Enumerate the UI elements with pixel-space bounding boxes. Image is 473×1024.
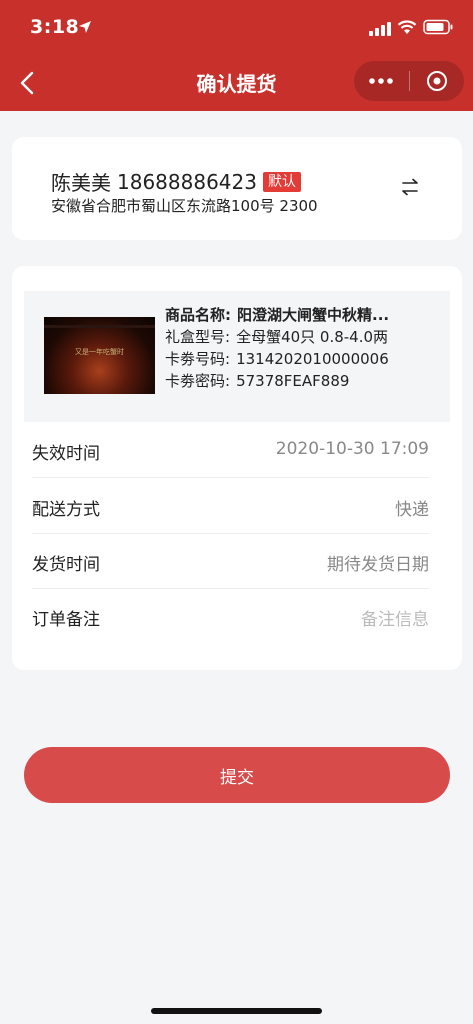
card-password-row: 卡劵密码: 57378FEAF889 [165, 370, 435, 392]
card-number-label: 卡劵号码: [165, 350, 231, 368]
product-image-text: 又是一年吃蟹时 [75, 348, 124, 356]
card-number-value: 1314202010000006 [236, 350, 389, 368]
address-contact: 陈美美 18688886423 默认 [51, 167, 301, 196]
recipient-name: 陈美美 [51, 171, 111, 195]
product-block: 又是一年吃蟹时 商品名称: 阳澄湖大闸蟹中秋精... 礼盒型号: 全母蟹40只 0.… [24, 291, 450, 422]
submit-button[interactable]: 提交 [24, 747, 450, 803]
ship-time-label: 发货时间 [32, 555, 100, 575]
battery-icon [423, 19, 453, 35]
close-miniprogram-button[interactable] [409, 61, 464, 101]
order-note-row: 订单备注 备注信息 [32, 588, 429, 643]
location-arrow-icon [79, 21, 91, 33]
delivery-method-label: 配送方式 [32, 500, 100, 520]
box-type-value: 全母蟹40只 0.8-4.0两 [236, 328, 389, 346]
wifi-icon [397, 20, 417, 34]
mini-program-capsule [354, 61, 464, 101]
cellular-signal-icon [369, 22, 391, 36]
ship-time-picker[interactable]: 期待发货日期 [327, 550, 429, 575]
delivery-method-row[interactable]: 配送方式 快递 [32, 478, 429, 534]
expire-time-value: 2020-10-30 17:09 [275, 439, 429, 459]
expire-time-label: 失效时间 [32, 444, 100, 464]
home-indicator [151, 1008, 322, 1014]
recipient-phone: 18688886423 [117, 169, 257, 194]
address-card[interactable]: 陈美美 18688886423 默认 安徽省合肥市蜀山区东流路100号 2300 [12, 137, 462, 240]
box-type-label: 礼盒型号: [165, 328, 231, 346]
header: 3:18 确认提货 [0, 0, 473, 111]
target-circle-icon [426, 71, 447, 91]
order-card: 又是一年吃蟹时 商品名称: 阳澄湖大闸蟹中秋精... 礼盒型号: 全母蟹40只 0.… [12, 266, 462, 670]
swap-arrows-icon [402, 178, 418, 196]
box-type-row: 礼盒型号: 全母蟹40只 0.8-4.0两 [165, 326, 435, 348]
card-password-value: 57378FEAF889 [236, 372, 350, 390]
product-name-row: 商品名称: 阳澄湖大闸蟹中秋精... [165, 304, 435, 326]
default-badge: 默认 [262, 171, 301, 192]
ship-time-row[interactable]: 发货时间 期待发货日期 [32, 533, 429, 589]
nav-bar: 确认提货 [0, 56, 473, 111]
status-time: 3:18 [30, 16, 80, 38]
order-note-label: 订单备注 [32, 610, 100, 630]
product-info: 商品名称: 阳澄湖大闸蟹中秋精... 礼盒型号: 全母蟹40只 0.8-4.0两 卡… [165, 304, 435, 392]
more-button[interactable] [354, 61, 409, 101]
switch-address-button[interactable] [396, 173, 424, 201]
expire-time-row: 失效时间 2020-10-30 17:09 [32, 422, 429, 478]
product-name-value: 阳澄湖大闸蟹中秋精... [237, 306, 390, 324]
order-note-input[interactable]: 备注信息 [361, 605, 429, 630]
status-bar: 3:18 [0, 0, 473, 56]
product-image: 又是一年吃蟹时 [44, 317, 155, 394]
more-dots-icon [369, 78, 394, 84]
product-name-label: 商品名称: [165, 306, 231, 324]
image-decor [44, 325, 155, 328]
card-number-row: 卡劵号码: 1314202010000006 [165, 348, 435, 370]
page: 3:18 确认提货 陈美美 18688886423 默认 安徽省合肥市蜀山区东流… [0, 0, 473, 1024]
address-detail: 安徽省合肥市蜀山区东流路100号 2300 [51, 197, 318, 215]
delivery-method-value: 快递 [395, 500, 429, 520]
card-password-label: 卡劵密码: [165, 372, 231, 390]
